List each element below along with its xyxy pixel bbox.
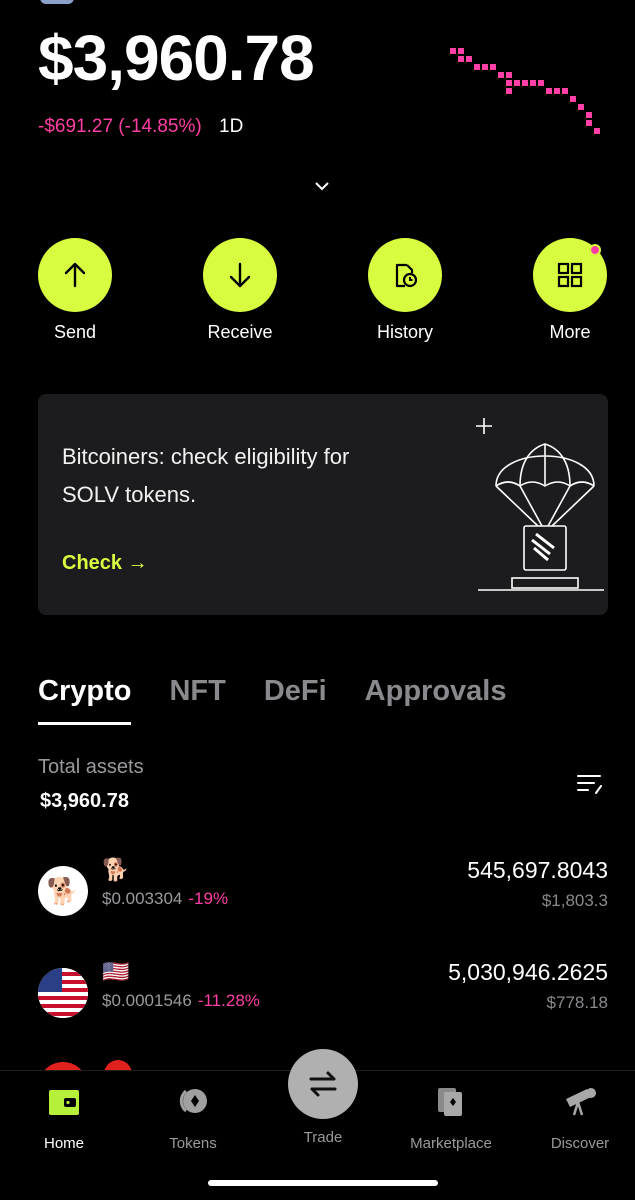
portfolio-change: -$691.27 (-14.85%) xyxy=(38,116,202,137)
arrow-down-icon xyxy=(229,262,251,288)
more-label: More xyxy=(549,322,591,342)
tab-crypto[interactable]: Crypto xyxy=(38,672,132,725)
us-flag-icon xyxy=(38,968,88,1018)
telescope-icon xyxy=(566,1088,596,1116)
receive-label: Receive xyxy=(207,322,273,342)
token-name-emoji: 🐕 xyxy=(102,857,130,882)
nav-marketplace-label: Marketplace xyxy=(410,1135,492,1152)
token-value: $778.18 xyxy=(546,993,608,1012)
notification-dot xyxy=(589,244,601,256)
portfolio-change-row: -$691.27 (-14.85%) 1D xyxy=(38,115,243,139)
token-amount: 5,030,946.2625 xyxy=(448,959,608,985)
nav-trade-label: Trade xyxy=(303,1129,343,1146)
token-value: $1,803.3 xyxy=(541,891,608,910)
tab-approvals[interactable]: Approvals xyxy=(365,672,507,710)
send-button[interactable]: Send xyxy=(30,238,120,343)
nav-discover-label: Discover xyxy=(550,1135,610,1152)
history-icon xyxy=(395,263,418,288)
promo-card[interactable]: Bitcoiners: check eligibility for SOLV t… xyxy=(38,394,608,615)
check-link[interactable]: Check → xyxy=(62,552,148,575)
parachute-airdrop-icon xyxy=(476,418,604,591)
history-label: History xyxy=(376,322,433,342)
nav-home[interactable]: Home xyxy=(9,1083,119,1153)
asset-tabs: Crypto NFT DeFi Approvals xyxy=(38,672,545,725)
wallet-icon xyxy=(49,1090,79,1115)
token-name-emoji: 🇺🇸 xyxy=(102,959,130,984)
send-label: Send xyxy=(53,322,97,342)
tab-nft[interactable]: NFT xyxy=(169,672,225,710)
grid-icon xyxy=(557,262,583,288)
token-price: $0.003304 xyxy=(102,889,183,908)
marketplace-icon xyxy=(438,1088,462,1116)
token-price-row: $0.003304 -19% xyxy=(102,888,228,910)
tab-defi[interactable]: DeFi xyxy=(264,672,327,710)
token-row[interactable]: 🇺🇸 $0.0001546 -11.28% 5,030,946.2625 $778… xyxy=(38,958,608,1028)
token-row[interactable]: 🐕 🐕 $0.003304 -19% 545,697.8043 $1,803.3 xyxy=(38,856,608,926)
total-assets-value: $3,960.78 xyxy=(40,790,129,812)
nav-discover[interactable]: Discover xyxy=(525,1083,635,1153)
home-indicator xyxy=(208,1180,438,1186)
period-selector[interactable]: 1D xyxy=(219,116,243,137)
partial-flag-avatar xyxy=(40,0,74,4)
total-assets-label: Total assets xyxy=(38,756,144,778)
receive-button[interactable]: Receive xyxy=(195,238,285,343)
nav-tokens[interactable]: Tokens xyxy=(138,1083,248,1153)
portfolio-balance: $3,960.78 xyxy=(38,22,315,94)
token-price-row: $0.0001546 -11.28% xyxy=(102,990,260,1012)
token-logo-flag xyxy=(38,968,88,1018)
nav-marketplace[interactable]: Marketplace xyxy=(396,1083,506,1153)
more-button[interactable]: More xyxy=(525,238,615,343)
token-price: $0.0001546 xyxy=(102,991,192,1010)
nav-home-label: Home xyxy=(43,1135,84,1152)
token-logo-dog: 🐕 xyxy=(38,866,88,916)
sort-filter-icon[interactable] xyxy=(576,772,604,796)
history-button[interactable]: History xyxy=(360,238,450,343)
token-amount: 545,697.8043 xyxy=(467,857,608,883)
token-change: -11.28% xyxy=(197,991,260,1010)
tokens-icon xyxy=(179,1089,207,1113)
chevron-down-icon[interactable] xyxy=(313,180,331,192)
pixel-sparkline-chart xyxy=(450,48,600,134)
swap-arrows-icon xyxy=(309,1071,337,1097)
nav-tokens-label: Tokens xyxy=(169,1135,217,1152)
arrow-up-icon xyxy=(64,262,86,288)
trade-button[interactable] xyxy=(288,1049,358,1119)
token-change: -19% xyxy=(188,889,229,908)
promo-text: Bitcoiners: check eligibility for SOLV t… xyxy=(62,444,350,507)
